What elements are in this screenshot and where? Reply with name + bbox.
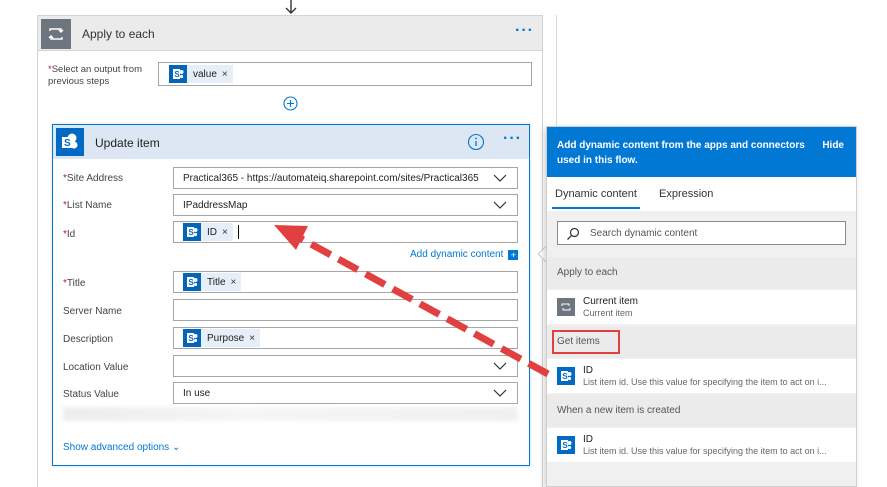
remove-token-icon[interactable]: × — [231, 277, 237, 288]
remove-token-icon[interactable]: × — [249, 333, 255, 344]
apply-to-each-header[interactable]: Apply to each ··· — [37, 15, 543, 51]
purpose-token[interactable]: S Purpose × — [183, 329, 261, 347]
show-advanced-options-link[interactable]: Show advanced options ⌄ — [63, 442, 180, 453]
update-item-header[interactable]: S Update item ··· — [53, 125, 529, 159]
dynamic-content-description: Add dynamic content from the apps and co… — [557, 140, 805, 166]
sharepoint-icon: S — [183, 329, 201, 347]
sharepoint-icon: S — [169, 65, 187, 83]
blurred-field-row — [63, 407, 518, 421]
chevron-down-icon — [493, 201, 507, 209]
status-value-dropdown[interactable]: In use — [173, 382, 518, 404]
apply-to-each-more-button[interactable]: ··· — [515, 22, 534, 40]
remove-token-icon[interactable]: × — [222, 69, 228, 80]
value-token[interactable]: S value × — [169, 65, 233, 83]
server-name-input[interactable] — [173, 299, 518, 321]
info-icon[interactable] — [467, 133, 485, 151]
loop-icon — [557, 298, 575, 316]
tab-dynamic-content[interactable]: Dynamic content — [555, 188, 637, 200]
id-input[interactable]: S ID × — [173, 221, 518, 243]
svg-text:S: S — [562, 372, 568, 381]
sharepoint-icon: S — [557, 436, 575, 454]
annotation-highlight-box — [552, 330, 620, 354]
tab-expression[interactable]: Expression — [659, 188, 713, 200]
text-cursor — [238, 225, 239, 239]
id-token[interactable]: S ID × — [183, 223, 233, 241]
list-name-dropdown[interactable]: IPaddressMap — [173, 194, 518, 216]
plus-icon: + — [508, 249, 519, 260]
search-box[interactable] — [557, 221, 846, 245]
loop-icon — [41, 19, 71, 49]
chevron-down-icon — [493, 362, 507, 370]
title-label: *Title — [63, 278, 86, 289]
section-header-when-new-item-created: When a new item is created — [547, 395, 856, 427]
section-header-apply-to-each: Apply to each — [547, 257, 856, 289]
select-output-label: *Select an output from previous steps — [48, 64, 143, 87]
location-value-label: Location Value — [63, 362, 129, 373]
svg-text:S: S — [188, 228, 194, 237]
description-input[interactable]: S Purpose × — [173, 327, 518, 349]
hide-button[interactable]: Hide — [822, 140, 844, 151]
site-address-label: *Site Address — [63, 173, 124, 184]
sharepoint-icon: S — [183, 223, 201, 241]
sharepoint-icon: S — [557, 367, 575, 385]
dynamic-item-id-get-items[interactable]: S ID List item id. Use this value for sp… — [547, 359, 856, 393]
svg-text:S: S — [188, 278, 194, 287]
search-icon — [567, 227, 580, 240]
flow-connector-arrow-icon — [285, 0, 297, 14]
list-name-label: *List Name — [63, 200, 112, 211]
remove-token-icon[interactable]: × — [222, 227, 228, 238]
title-token[interactable]: S Title × — [183, 273, 242, 291]
svg-text:S: S — [188, 334, 194, 343]
location-value-dropdown[interactable] — [173, 355, 518, 377]
site-address-dropdown[interactable]: Practical365 - https://automateiq.sharep… — [173, 167, 518, 189]
update-item-title: Update item — [95, 136, 160, 150]
select-output-field[interactable]: S value × — [158, 62, 532, 86]
search-dynamic-content-input[interactable] — [590, 226, 840, 240]
dynamic-item-id-new-item[interactable]: S ID List item id. Use this value for sp… — [547, 428, 856, 462]
svg-text:S: S — [174, 70, 180, 79]
add-step-plus-icon[interactable] — [283, 96, 298, 111]
sharepoint-icon: S — [183, 273, 201, 291]
active-tab-indicator — [552, 207, 640, 209]
chevron-down-icon — [493, 389, 507, 397]
dynamic-content-header: Add dynamic content from the apps and co… — [547, 127, 856, 177]
chevron-down-icon: ⌄ — [171, 442, 181, 453]
add-dynamic-content-link[interactable]: Add dynamic content + — [410, 249, 519, 260]
update-item-more-button[interactable]: ··· — [503, 130, 522, 148]
title-input[interactable]: S Title × — [173, 271, 518, 293]
apply-to-each-title: Apply to each — [82, 27, 155, 41]
svg-text:S: S — [64, 138, 71, 149]
dynamic-content-panel: Add dynamic content from the apps and co… — [546, 126, 857, 487]
id-label: *Id — [63, 229, 76, 240]
description-label: Description — [63, 334, 114, 345]
chevron-down-icon — [493, 174, 507, 182]
svg-text:S: S — [562, 441, 568, 450]
status-value-label: Status Value — [63, 389, 119, 400]
sharepoint-icon: S — [56, 128, 84, 156]
update-item-card: S Update item ··· *Site Address Practica… — [52, 124, 530, 466]
dynamic-item-current-item[interactable]: Current item Current item — [547, 290, 856, 324]
server-name-label: Server Name — [63, 306, 122, 317]
